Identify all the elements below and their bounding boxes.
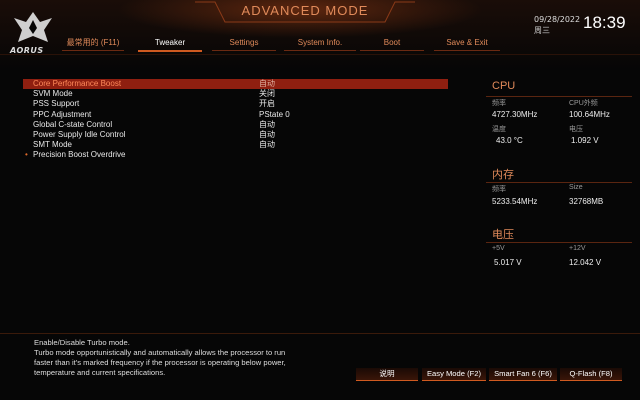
clock-display: 18:39 [583, 13, 626, 32]
section-divider [486, 96, 632, 97]
setting-pss-support[interactable]: PSS Support 开启 [23, 99, 448, 109]
setting-value[interactable]: 开启 [259, 99, 275, 109]
v5-value: 5.017 V [494, 258, 522, 267]
date-display: 09/28/2022 [534, 15, 581, 24]
cpu-volt-label: 电压 [569, 126, 583, 133]
help-description: Enable/Disable Turbo mode. Turbo mode op… [34, 338, 354, 378]
mem-freq-label: 频率 [492, 186, 506, 193]
smart-fan-button[interactable]: Smart Fan 6 (F6) [489, 368, 557, 381]
help-line: Turbo mode opportunistically and automat… [34, 348, 286, 357]
setting-label: SMT Mode [33, 140, 72, 150]
cpu-freq-value: 4727.30MHz [492, 110, 538, 119]
section-divider [486, 242, 632, 243]
mem-freq-value: 5233.54MHz [492, 197, 538, 206]
setting-value[interactable]: 自动 [259, 79, 275, 89]
setting-label: PSS Support [33, 99, 80, 109]
setting-value[interactable]: 自动 [259, 120, 275, 130]
setting-value[interactable]: 自动 [259, 140, 275, 150]
submenu-precision-boost-overdrive[interactable]: • Precision Boost Overdrive [23, 150, 448, 160]
header-divider [0, 54, 640, 55]
setting-global-cstate-control[interactable]: Global C-state Control 自动 [23, 120, 448, 130]
v12-value: 12.042 V [569, 258, 602, 267]
tab-settings[interactable]: Settings [212, 36, 276, 51]
setting-label: Precision Boost Overdrive [33, 150, 126, 160]
tab-save-exit[interactable]: Save & Exit [434, 36, 500, 51]
tab-boot[interactable]: Boot [360, 36, 424, 51]
setting-core-performance-boost[interactable]: Core Performance Boost 自动 [23, 79, 448, 90]
setting-label: Power Supply Idle Control [33, 129, 126, 139]
mem-size-value: 32768MB [569, 197, 604, 206]
mode-title: ADVANCED MODE [241, 3, 369, 18]
setting-label: Core Performance Boost [33, 79, 122, 88]
tab-favorites[interactable]: 最常用的 (F11) [62, 36, 124, 51]
setting-ppc-adjustment[interactable]: PPC Adjustment PState 0 [23, 110, 448, 120]
setting-label: PPC Adjustment [33, 109, 92, 119]
cpu-freq-label: 频率 [492, 100, 506, 107]
setting-power-supply-idle-control[interactable]: Power Supply Idle Control 自动 [23, 130, 448, 140]
setting-label: SVM Mode [33, 89, 73, 99]
mem-size-label: Size [569, 184, 583, 191]
cpu-section-title: CPU [492, 80, 516, 92]
cpu-volt-value: 1.092 V [571, 136, 599, 145]
section-divider [486, 182, 632, 183]
setting-value[interactable]: 自动 [259, 130, 275, 140]
cpu-ext-value: 100.64MHz [569, 110, 610, 119]
weekday-display: 周三 [534, 26, 550, 35]
easy-mode-button[interactable]: Easy Mode (F2) [422, 368, 486, 381]
submenu-bullet-icon: • [25, 150, 28, 160]
memory-section-title: 内存 [492, 169, 514, 181]
settings-list: Core Performance Boost 自动 SVM Mode 关闭 PS… [23, 79, 448, 161]
voltage-section-title: 电压 [492, 229, 514, 241]
qflash-button[interactable]: Q-Flash (F8) [560, 368, 622, 381]
cpu-temp-label: 温度 [492, 126, 506, 133]
help-line: temperature and current specifications. [34, 368, 166, 377]
main-tabs: 最常用的 (F11) Tweaker Settings System Info.… [62, 36, 502, 52]
tab-tweaker[interactable]: Tweaker [138, 36, 202, 52]
v12-label: +12V [569, 245, 586, 252]
setting-value[interactable]: PState 0 [259, 110, 290, 120]
v5-label: +5V [492, 245, 505, 252]
help-button[interactable]: 说明 [356, 368, 418, 381]
setting-label: Global C-state Control [33, 119, 113, 129]
setting-smt-mode[interactable]: SMT Mode 自动 [23, 140, 448, 150]
help-line: Enable/Disable Turbo mode. [34, 338, 130, 347]
cpu-ext-label: CPU外频 [569, 100, 598, 107]
help-line: faster than it's marked frequency if the… [34, 358, 286, 367]
tab-system-info[interactable]: System Info. [284, 36, 356, 51]
cpu-temp-value: 43.0 °C [496, 136, 523, 145]
help-divider [0, 333, 640, 334]
setting-svm-mode[interactable]: SVM Mode 关闭 [23, 89, 448, 99]
setting-value[interactable]: 关闭 [259, 89, 275, 99]
